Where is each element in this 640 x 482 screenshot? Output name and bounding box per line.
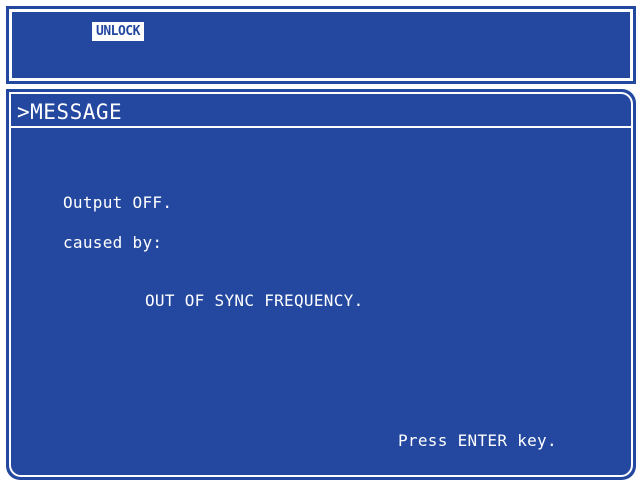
enter-key-prompt: Press ENTER key. [398, 431, 557, 450]
unlock-status-badge: UNLOCK [92, 22, 144, 41]
cause-detail-text: OUT OF SYNC FREQUENCY. [145, 291, 364, 310]
output-state-text: Output OFF. [63, 193, 173, 212]
cause-label-text: caused by: [63, 233, 163, 252]
message-title: >MESSAGE [17, 100, 123, 124]
message-panel [9, 92, 633, 477]
status-panel [9, 9, 633, 81]
instrument-screen: UNLOCK >MESSAGE Output OFF. caused by: O… [0, 0, 640, 482]
